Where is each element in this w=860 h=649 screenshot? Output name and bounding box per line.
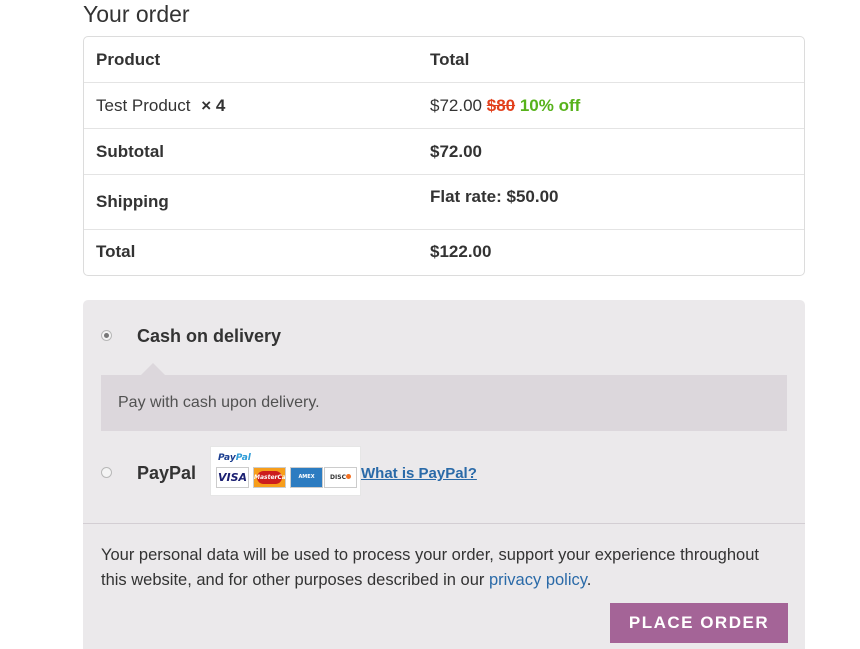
old-price: $80	[486, 96, 516, 115]
table-header-row: Product Total	[84, 37, 804, 82]
privacy-end: .	[586, 571, 592, 589]
product-name: Test Product	[96, 96, 191, 115]
subtotal-row: Subtotal $72.00	[84, 128, 804, 174]
divider	[83, 523, 805, 524]
paypal-radio[interactable]	[101, 467, 112, 478]
order-summary-table: Product Total Test Product × 4 $72.00 $8…	[83, 36, 805, 276]
paypal-label[interactable]: PayPal	[137, 463, 196, 484]
shipping-value: Flat rate: $50.00	[430, 187, 559, 206]
total-row: Total $122.00	[84, 229, 804, 275]
payment-section: Cash on delivery Pay with cash upon deli…	[83, 300, 805, 649]
table-row: Test Product × 4 $72.00 $80 10% off	[84, 82, 804, 128]
cod-radio[interactable]	[101, 330, 112, 341]
total-value: $122.00	[430, 242, 492, 261]
privacy-notice: Your personal data will be used to proce…	[101, 543, 781, 593]
subtotal-value: $72.00	[430, 142, 482, 161]
mastercard-icon: MasterCard	[253, 467, 286, 488]
cod-description-box: Pay with cash upon delivery.	[101, 363, 787, 431]
subtotal-label: Subtotal	[96, 142, 164, 161]
privacy-policy-link[interactable]: privacy policy	[489, 571, 587, 589]
cod-description: Pay with cash upon delivery.	[118, 394, 320, 411]
visa-icon: VISA	[216, 467, 249, 488]
total-label: Total	[96, 242, 136, 261]
discover-icon: DISCVER	[324, 467, 357, 488]
shipping-label: Shipping	[96, 192, 169, 211]
shipping-row: Shipping Flat rate: $50.00	[84, 174, 804, 229]
cod-label[interactable]: Cash on delivery	[137, 326, 281, 347]
page-heading: Your order	[83, 1, 190, 27]
line-total-cell: $72.00 $80 10% off	[430, 96, 580, 116]
line-price: $72.00	[430, 96, 482, 115]
amex-icon: AMEX	[290, 467, 323, 488]
privacy-text: Your personal data will be used to proce…	[101, 546, 759, 589]
paypal-wordmark: PayPal	[218, 453, 251, 463]
what-is-paypal-link[interactable]: What is PayPal?	[361, 465, 477, 482]
place-order-button[interactable]: PLACE ORDER	[610, 603, 788, 643]
discount-badge: 10% off	[519, 96, 581, 115]
header-total: Total	[430, 50, 470, 69]
product-quantity: × 4	[201, 96, 226, 115]
header-product: Product	[96, 50, 161, 69]
product-cell: Test Product × 4	[96, 96, 225, 116]
paypal-cards-logo: PayPal VISA MasterCard AMEX DISCVER	[210, 446, 361, 496]
